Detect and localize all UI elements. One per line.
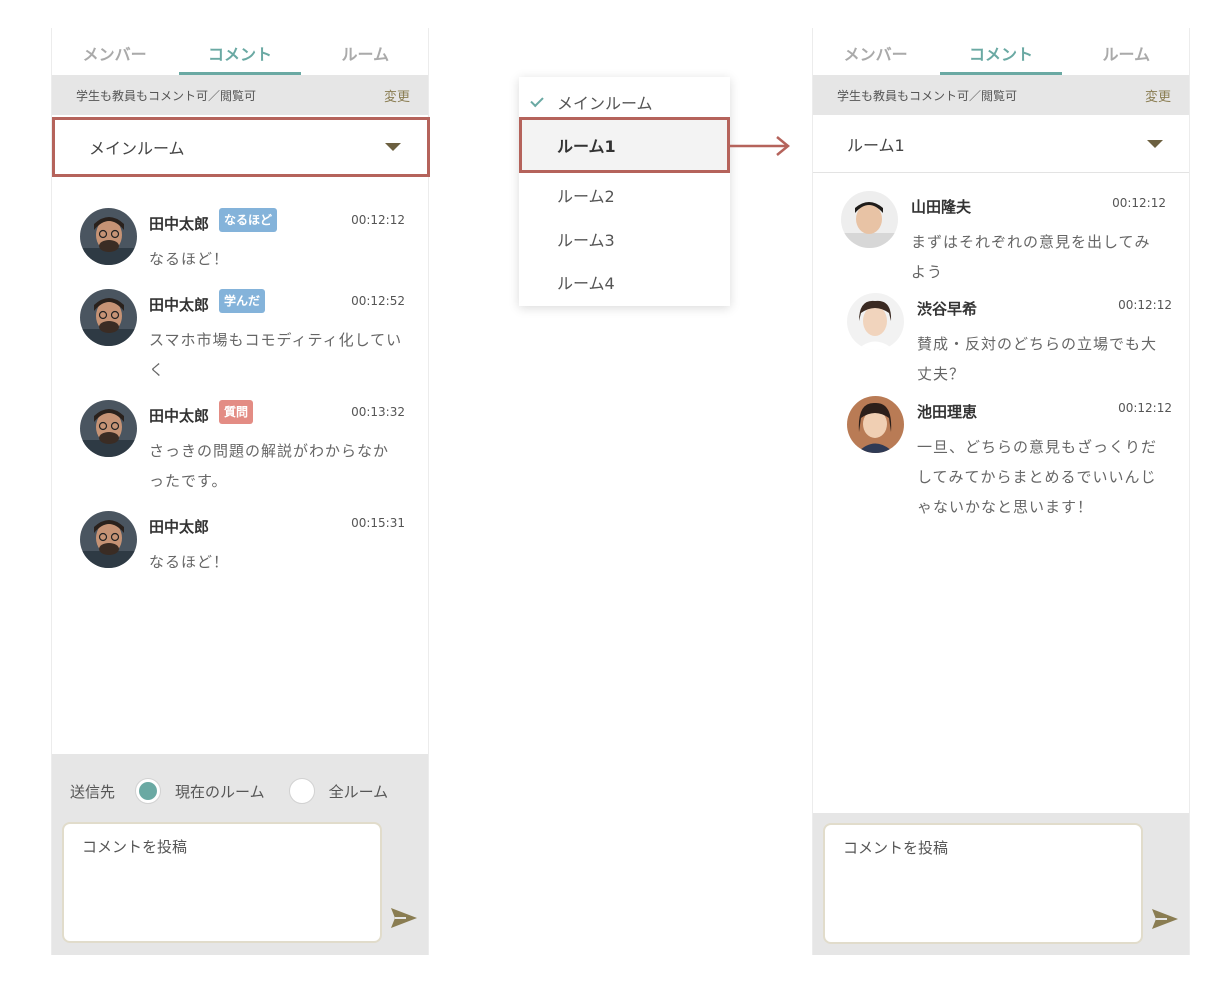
tab-rooms[interactable]: ルーム bbox=[303, 28, 428, 75]
comment-text: 一旦、どちらの意見もざっくりだしてみてからまとめるでいいんじゃないかなと思います… bbox=[917, 438, 1158, 516]
comment-text: なるほど！ bbox=[149, 250, 230, 268]
room-select-value: ルーム1 bbox=[847, 135, 905, 155]
comment-author: 渋谷早希 bbox=[917, 300, 978, 318]
comment-author: 山田隆夫 bbox=[911, 198, 972, 216]
send-to-label: 送信先 bbox=[70, 782, 116, 801]
arrow-right-icon bbox=[729, 136, 790, 156]
dropdown-item-label: ルーム1 bbox=[557, 137, 616, 156]
avatar bbox=[847, 293, 904, 350]
send-destination: 送信先 現在のルーム 全ルーム bbox=[70, 776, 428, 806]
comment-author: 田中太郎 bbox=[149, 407, 210, 425]
reaction-badge: なるほど bbox=[219, 208, 278, 232]
comment-item: 田中太郎 00:15:31 なるほど！ bbox=[80, 511, 405, 581]
comment-time: 00:12:12 bbox=[1112, 196, 1166, 210]
caret-down-icon bbox=[1147, 139, 1163, 148]
tab-rooms[interactable]: ルーム bbox=[1064, 28, 1189, 75]
dropdown-item-label: ルーム4 bbox=[557, 274, 615, 293]
comment-item: 山田隆夫 00:12:12 まずはそれぞれの意見を出してみよう bbox=[841, 191, 1166, 291]
tab-members[interactable]: メンバー bbox=[813, 28, 938, 75]
permission-text: 学生も教員もコメント可／閲覧可 bbox=[76, 88, 257, 103]
comment-time: 00:12:12 bbox=[351, 213, 405, 227]
tab-members[interactable]: メンバー bbox=[52, 28, 177, 75]
change-permission-link[interactable]: 変更 bbox=[1145, 86, 1171, 105]
comment-panel-main: メンバー コメント ルーム 学生も教員もコメント可／閲覧可 変更 メインルーム … bbox=[51, 28, 430, 955]
tab-comments[interactable]: コメント bbox=[177, 28, 302, 75]
radio-current-room[interactable] bbox=[135, 778, 162, 804]
comment-item: 渋谷早希 00:12:12 賛成・反対のどちらの立場でも大丈夫？ bbox=[847, 293, 1172, 393]
comment-author: 田中太郎 bbox=[149, 296, 210, 314]
reaction-badge: 質問 bbox=[219, 400, 254, 424]
dropdown-item-label: ルーム3 bbox=[557, 231, 615, 250]
comment-text: まずはそれぞれの意見を出してみよう bbox=[911, 233, 1151, 281]
tab-bar: メンバー コメント ルーム bbox=[52, 28, 428, 75]
comment-text: スマホ市場もコモディティ化していく bbox=[149, 331, 403, 379]
comment-time: 00:15:31 bbox=[351, 516, 405, 530]
comment-text: 賛成・反対のどちらの立場でも大丈夫？ bbox=[917, 335, 1158, 383]
room-select[interactable]: メインルーム bbox=[52, 117, 430, 177]
avatar bbox=[80, 511, 137, 568]
comment-author: 田中太郎 bbox=[149, 518, 210, 536]
room-select[interactable]: ルーム1 bbox=[813, 115, 1189, 173]
avatar bbox=[847, 396, 904, 453]
composer-area: 送信先 現在のルーム 全ルーム コメントを投稿 bbox=[52, 754, 428, 955]
comment-item: 田中太郎 学んだ 00:12:52 スマホ市場もコモディティ化していく bbox=[80, 289, 405, 389]
reaction-badge: 学んだ bbox=[219, 289, 266, 313]
dropdown-item-room1[interactable]: ルーム1 bbox=[519, 117, 730, 173]
caret-down-icon bbox=[385, 143, 401, 151]
comment-time: 00:12:12 bbox=[1118, 401, 1172, 415]
change-permission-link[interactable]: 変更 bbox=[384, 86, 410, 105]
radio-all-rooms[interactable] bbox=[288, 778, 315, 804]
comment-time: 00:12:12 bbox=[1118, 298, 1172, 312]
comment-item: 田中太郎 なるほど 00:12:12 なるほど！ bbox=[80, 208, 405, 278]
avatar bbox=[80, 400, 137, 457]
check-icon bbox=[530, 93, 544, 108]
room-select-value: メインルーム bbox=[89, 139, 185, 158]
avatar bbox=[841, 191, 898, 248]
dropdown-item-room4[interactable]: ルーム4 bbox=[519, 260, 730, 304]
comment-text: なるほど！ bbox=[149, 553, 230, 571]
comment-input[interactable]: コメントを投稿 bbox=[62, 822, 382, 943]
dropdown-item-label: メインルーム bbox=[557, 94, 653, 113]
current-room-label: 現在のルーム bbox=[175, 782, 265, 801]
dropdown-item-room3[interactable]: ルーム3 bbox=[519, 217, 730, 261]
comment-input[interactable]: コメントを投稿 bbox=[823, 823, 1143, 944]
comment-panel-room1: メンバー コメント ルーム 学生も教員もコメント可／閲覧可 変更 ルーム1 山田… bbox=[812, 28, 1190, 955]
comment-item: 田中太郎 質問 00:13:32 さっきの問題の解説がわからなかったです。 bbox=[80, 400, 405, 500]
composer-area: コメントを投稿 bbox=[813, 813, 1189, 955]
dropdown-item-label: ルーム2 bbox=[557, 187, 615, 206]
comment-item: 池田理恵 00:12:12 一旦、どちらの意見もざっくりだしてみてからまとめるで… bbox=[847, 396, 1172, 526]
room-dropdown-menu: メインルーム ルーム1 ルーム2 ルーム3 ルーム4 bbox=[519, 77, 730, 306]
permission-bar: 学生も教員もコメント可／閲覧可 変更 bbox=[813, 75, 1189, 115]
comment-author: 池田理恵 bbox=[917, 403, 978, 421]
comment-time: 00:13:32 bbox=[351, 405, 405, 419]
all-rooms-label: 全ルーム bbox=[328, 782, 389, 801]
send-icon[interactable] bbox=[390, 906, 418, 930]
avatar bbox=[80, 208, 137, 265]
comment-text: さっきの問題の解説がわからなかったです。 bbox=[149, 442, 390, 490]
send-icon[interactable] bbox=[1151, 907, 1179, 931]
tab-comments[interactable]: コメント bbox=[938, 28, 1063, 75]
permission-bar: 学生も教員もコメント可／閲覧可 変更 bbox=[52, 75, 428, 115]
tab-bar: メンバー コメント ルーム bbox=[813, 28, 1189, 75]
dropdown-item-room2[interactable]: ルーム2 bbox=[519, 173, 730, 217]
permission-text: 学生も教員もコメント可／閲覧可 bbox=[837, 88, 1018, 103]
comment-author: 田中太郎 bbox=[149, 215, 210, 233]
comment-time: 00:12:52 bbox=[351, 294, 405, 308]
avatar bbox=[80, 289, 137, 346]
